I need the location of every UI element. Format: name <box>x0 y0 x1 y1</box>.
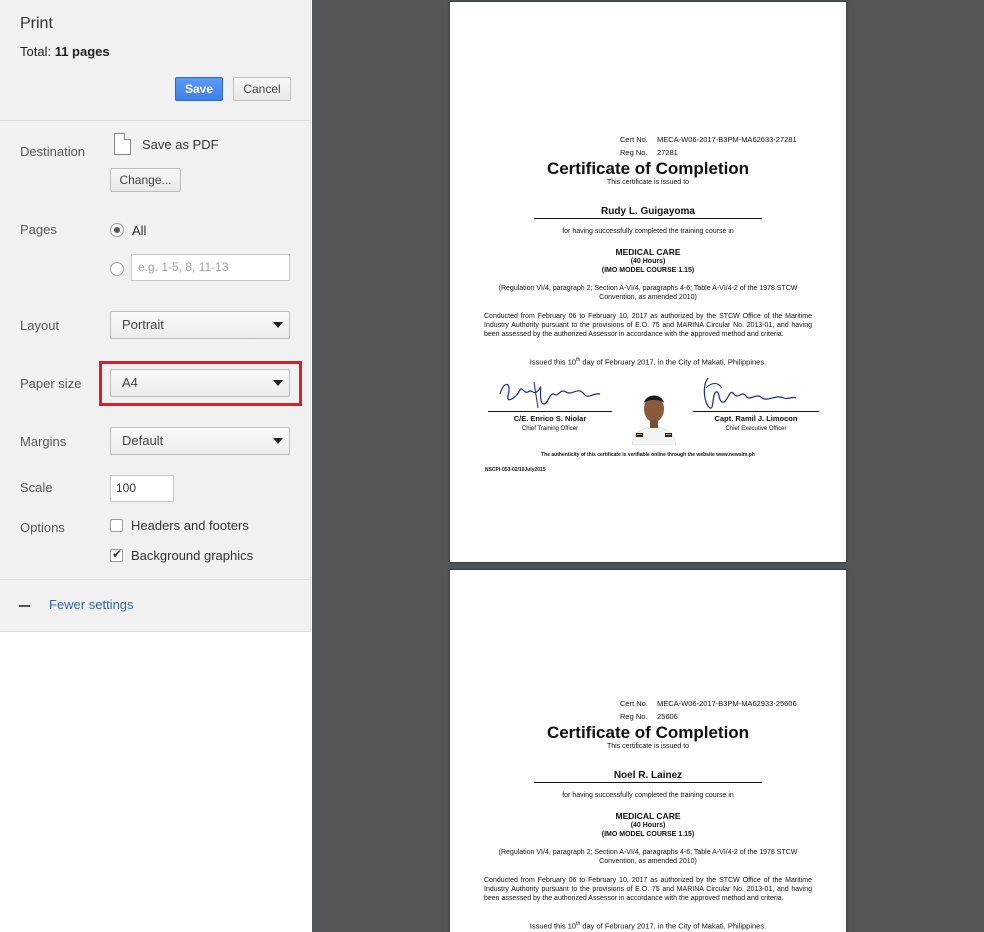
cert-no-label: Cert No. <box>620 699 648 708</box>
certificate: Cert No. MECA-W06-2017-B3PM-MA62933-25606… <box>450 570 846 932</box>
panel-blank-area <box>0 632 311 932</box>
destination-label: Destination <box>20 144 86 159</box>
right-signature-line <box>693 411 819 412</box>
save-button[interactable]: Save <box>175 77 223 101</box>
preview-page-1: Cert No. MECA-W06-2017-B3PM-MA62633-27281… <box>450 2 846 562</box>
cert-no-value: MECA-W06-2017-B3PM-MA62633-27281 <box>657 135 797 144</box>
paper-size-value: A4 <box>122 375 138 390</box>
certificate-title: Certificate of Completion <box>546 723 750 742</box>
options-label: Options <box>20 520 65 535</box>
course-hours: (40 Hours) <box>630 822 666 829</box>
reg-no-value: 27281 <box>657 148 678 157</box>
certificate-title: Certificate of Completion <box>546 159 750 178</box>
paper-size-label: Paper size <box>20 376 82 391</box>
headers-footers-label: Headers and footers <box>131 518 249 533</box>
dropdown-arrow-icon <box>273 438 283 444</box>
pages-all-label: All <box>132 223 147 238</box>
layout-label: Layout <box>20 318 60 333</box>
preview-page-2: Cert No. MECA-W06-2017-B3PM-MA62933-25606… <box>450 570 846 932</box>
destination-name: Save as PDF <box>142 137 219 152</box>
recipient-name: Noel R. Lainez <box>534 770 762 783</box>
change-destination-button[interactable]: Change... <box>110 168 181 192</box>
right-signatory-name: Capt. Ramil J. Limocon <box>714 414 798 423</box>
headers-footers-checkbox[interactable] <box>110 519 123 532</box>
reg-no-label: Reg No. <box>620 148 648 157</box>
background-graphics-checkbox[interactable] <box>110 547 123 562</box>
paper-size-select[interactable]: A4 <box>110 369 290 397</box>
cert-no: Cert No. MECA-W06-2017-B3PM-MA62633-27281 <box>620 135 797 144</box>
course-name: MEDICAL CARE <box>615 811 681 821</box>
issued-prefix: Issued this 10 <box>529 357 577 367</box>
dropdown-arrow-icon <box>273 380 283 386</box>
reg-no-label: Reg No. <box>620 712 648 721</box>
completed-text: for having successfully completed the tr… <box>562 228 734 235</box>
issued-to-text: This certificate is issued to <box>606 743 690 750</box>
cert-no: Cert No. MECA-W06-2017-B3PM-MA62933-25606 <box>620 699 797 708</box>
fewer-settings-row[interactable]: Fewer settings <box>0 579 311 632</box>
dropdown-arrow-icon <box>273 322 283 328</box>
pages-range-radio[interactable] <box>110 262 124 276</box>
reg-no: Reg No. 27281 <box>620 148 678 157</box>
certificate: Cert No. MECA-W06-2017-B3PM-MA62633-27281… <box>450 2 846 562</box>
conducted-text: Conducted from February 06 to February 1… <box>484 313 812 338</box>
left-signatory-title: Chief Training Officer <box>521 426 579 432</box>
cert-no-label: Cert No. <box>620 135 648 144</box>
print-header: Print Total: 11 pages Save Cancel <box>0 0 311 121</box>
model-course: (IMO MODEL COURSE 1.15) <box>601 267 695 274</box>
model-course: (IMO MODEL COURSE 1.15) <box>601 831 695 838</box>
layout-value: Portrait <box>122 317 164 332</box>
minus-icon <box>19 605 30 607</box>
issued-date-text: Issued this 10th day of February 2017, i… <box>450 921 846 931</box>
total-value: 11 pages <box>54 44 110 59</box>
document-icon <box>114 133 131 155</box>
margins-label: Margins <box>20 434 67 449</box>
issued-prefix: Issued this 10 <box>529 921 577 931</box>
regulation-text: (Regulation VI/4, paragraph 2; Section A… <box>498 285 798 301</box>
form-code: NSCPI-053-02/10July2015 <box>485 467 546 473</box>
right-signature <box>703 377 797 409</box>
issued-suffix: day of February 2017, in the City of Mak… <box>580 357 767 367</box>
left-signatory-name: C/E. Enrico S. Niolar <box>513 414 587 423</box>
cert-no-value: MECA-W06-2017-B3PM-MA62933-25606 <box>657 699 797 708</box>
completed-text: for having successfully completed the tr… <box>562 792 734 799</box>
background-graphics-label: Background graphics <box>131 548 254 563</box>
recipient-photo <box>624 387 684 445</box>
conducted-text: Conducted from February 06 to February 1… <box>484 877 812 902</box>
course-name: MEDICAL CARE <box>615 247 681 257</box>
print-preview-area[interactable]: Cert No. MECA-W06-2017-B3PM-MA62633-27281… <box>312 0 984 932</box>
cancel-button[interactable]: Cancel <box>233 77 291 101</box>
print-settings-panel: Print Total: 11 pages Save Cancel Destin… <box>0 0 311 932</box>
pages-all-radio[interactable] <box>110 223 124 237</box>
margins-value: Default <box>122 433 164 448</box>
pages-label: Pages <box>20 222 57 237</box>
issued-date-text: Issued this 10th day of February 2017, i… <box>450 357 846 367</box>
right-signatory-title: Chief Executive Officer <box>725 426 787 432</box>
issued-suffix: day of February 2017, in the City of Mak… <box>580 921 767 931</box>
page-range-input[interactable]: e.g. 1-5, 8, 11-13 <box>131 254 290 281</box>
scale-label: Scale <box>20 480 53 495</box>
regulation-text: (Regulation VI/4, paragraph 2; Section A… <box>498 849 798 865</box>
verification-note: The authenticity of this certificate is … <box>541 452 755 458</box>
left-signature-line <box>488 411 612 412</box>
scale-input[interactable]: 100 <box>110 475 174 502</box>
reg-no: Reg No. 25606 <box>620 712 678 721</box>
left-signature <box>499 381 601 409</box>
dialog-title: Print <box>20 15 53 32</box>
issued-to-text: This certificate is issued to <box>606 179 690 186</box>
course-hours: (40 Hours) <box>630 258 666 265</box>
reg-no-value: 25606 <box>657 712 678 721</box>
margins-select[interactable]: Default <box>110 427 290 455</box>
recipient-name: Rudy L. Guigayoma <box>534 206 762 219</box>
total-label: Total: <box>20 44 52 59</box>
layout-select[interactable]: Portrait <box>110 311 290 339</box>
fewer-settings-link[interactable]: Fewer settings <box>49 597 134 612</box>
total-pages: Total: 11 pages <box>20 44 110 59</box>
